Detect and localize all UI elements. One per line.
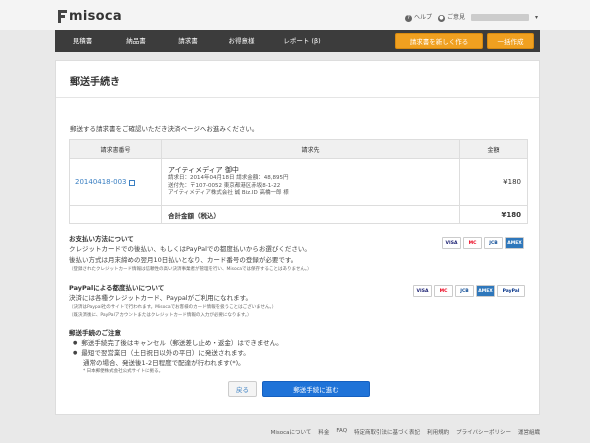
footer-link-terms[interactable]: 利用規約 xyxy=(427,428,449,436)
amex-icon: AMEX xyxy=(505,237,524,249)
back-button[interactable]: 戻る xyxy=(228,381,257,397)
nav-item-quotes[interactable]: 見積書 xyxy=(55,30,110,52)
logo-mark-icon xyxy=(58,10,67,23)
speech-bubble-icon: ● xyxy=(437,15,445,22)
payment-method-line2: 後払い方式は月末締めの翌月10日払いとなり、カード番号の登録が必要です。 xyxy=(69,256,298,264)
address-line: アイティメディア株式会社 誠 Biz.ID 高橋一郎 様 xyxy=(168,190,289,196)
paypal-note1: （決済はPaypal社のサイトで行われます。Misocaでお客様のカード情報を扱… xyxy=(69,305,277,310)
copy-icon[interactable] xyxy=(128,179,135,186)
title-divider xyxy=(56,97,539,98)
total-amount: ¥180 xyxy=(459,205,528,224)
invoice-number-cell: 20140418-003 xyxy=(69,158,162,206)
chevron-down-icon[interactable]: ▾ xyxy=(535,14,538,21)
visa-icon: VISA xyxy=(442,237,461,249)
top-bar: misoca ? ヘルプ ● ご意見 ▾ xyxy=(0,0,590,30)
header-links: ? ヘルプ ● ご意見 ▾ xyxy=(404,12,538,22)
visa-icon: VISA xyxy=(413,285,432,297)
address-line: 送付先：〒107-0052 東京都港区赤坂8-1-22 xyxy=(168,182,281,189)
payment-method-title: お支払い方法について xyxy=(69,235,134,243)
footer-link-faq[interactable]: FAQ xyxy=(336,428,347,436)
notes-bullet-2: 最短で翌営業日（土日祝日以外の平日）に発送されます。 xyxy=(73,347,249,357)
feedback-link[interactable]: ● ご意見 xyxy=(437,12,465,22)
main-nav: 見積書 納品書 請求書 お得意様 レポート (β) 請求書を新しく作る 一括作成 xyxy=(55,30,540,52)
paypal-title: PayPalによる都度払いについて xyxy=(69,284,165,292)
new-invoice-button[interactable]: 請求書を新しく作る xyxy=(395,33,483,49)
footer-link-privacy[interactable]: プライバシーポリシー xyxy=(456,428,511,436)
payment-method-line1: クレジットカードでの後払い、もしくはPayPalでの都度払いからお選びください。 xyxy=(69,245,311,253)
notes-title: 郵送手続のご注意 xyxy=(69,329,121,337)
recipient-name: アイティメディア 御中 xyxy=(168,165,239,174)
notes-bullet-2-sub: 通常の場合、発送後1-2日程度で配達が行われます(*)。 xyxy=(83,359,245,367)
jcb-icon: JCB xyxy=(455,285,474,297)
notes-bullet-1: 郵送手続完了後はキャンセル（郵送差し止め・返金）はできません。 xyxy=(73,337,282,347)
notes-footnote: * 日本郵便株式会社公式サイトに拠る。 xyxy=(83,369,164,374)
amount-cell: ¥180 xyxy=(459,158,528,206)
payment-method-note: （登録されたクレジットカード情報は信頼性の高い決済事業者が管理を行い、Misoc… xyxy=(69,267,312,272)
footer-link-about[interactable]: Misocaについて xyxy=(271,428,312,436)
misoca-logo[interactable]: misoca xyxy=(58,9,122,24)
footer-link-pricing[interactable]: 料金 xyxy=(318,428,329,436)
footer-link-commerce-law[interactable]: 特定商取引法に基づく表記 xyxy=(354,428,420,436)
invoice-number-link[interactable]: 20140418-003 xyxy=(70,178,127,186)
total-row: 合計金額（税込） ¥180 xyxy=(69,205,528,224)
amex-icon: AMEX xyxy=(476,285,495,297)
nav-item-customers[interactable]: お得意様 xyxy=(214,30,269,52)
paypal-card-logos: VISA MC JCB AMEX PayPal xyxy=(413,285,525,297)
logo-text: misoca xyxy=(69,9,122,24)
table-row: 20140418-003 アイティメディア 御中 請求日：2014年04月18日… xyxy=(69,158,528,206)
paypal-line1: 決済には各種クレジットカード、Paypalがご利用になれます。 xyxy=(69,294,252,302)
nav-item-delivery-notes[interactable]: 納品書 xyxy=(110,30,162,52)
column-header-recipient: 請求先 xyxy=(161,139,460,159)
bulk-create-button[interactable]: 一括作成 xyxy=(487,33,534,49)
help-icon: ? xyxy=(404,15,412,22)
jcb-icon: JCB xyxy=(484,237,503,249)
user-name-blurred[interactable] xyxy=(470,13,529,21)
invoice-table: 請求書番号 請求先 金額 20140418-003 アイティメディア 御中 請求… xyxy=(69,139,528,224)
page-title: 郵送手続き xyxy=(70,77,120,88)
recipient-cell: アイティメディア 御中 請求日：2014年04月18日 請求金額：48,895円… xyxy=(161,158,460,206)
nav-item-reports[interactable]: レポート (β) xyxy=(269,30,335,52)
mastercard-icon: MC xyxy=(434,285,453,297)
credit-card-logos: VISA MC JCB AMEX xyxy=(442,237,524,249)
mastercard-icon: MC xyxy=(463,237,482,249)
paypal-icon: PayPal xyxy=(497,285,525,297)
column-header-amount: 金額 xyxy=(459,139,528,159)
intro-text: 郵送する請求書をご確認いただき決済ページへお進みください。 xyxy=(70,125,259,133)
total-label: 合計金額（税込） xyxy=(161,205,460,224)
mailing-procedure-card: 郵送手続き 郵送する請求書をご確認いただき決済ページへお進みください。 請求書番… xyxy=(55,60,540,415)
address-line: 請求日：2014年04月18日 請求金額：48,895円 xyxy=(168,175,289,181)
paypal-note2: （既決済後に、PayPalアカウントまたはクレジットカード情報の入力が必要になり… xyxy=(69,313,252,318)
nav-item-invoices[interactable]: 請求書 xyxy=(162,30,214,52)
column-header-invoice-no: 請求書番号 xyxy=(69,139,162,159)
proceed-to-mail-button[interactable]: 郵送手続に進む xyxy=(262,381,370,397)
footer-link-company[interactable]: 運営組織 xyxy=(518,428,540,436)
footer-links: Misocaについて 料金 FAQ 特定商取引法に基づく表記 利用規約 プライバ… xyxy=(271,428,540,436)
help-link[interactable]: ? ヘルプ xyxy=(404,12,432,22)
